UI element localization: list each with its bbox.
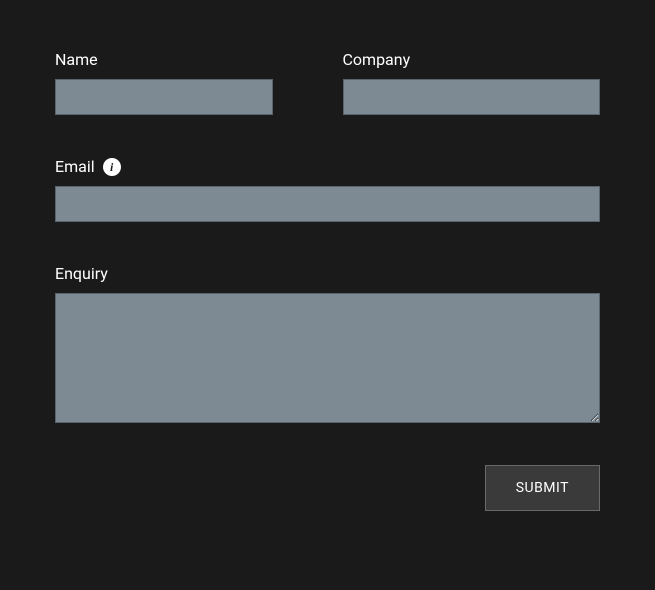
company-input[interactable] <box>343 79 601 115</box>
name-label: Name <box>55 50 313 69</box>
name-input[interactable] <box>55 79 273 115</box>
button-row: SUBMIT <box>55 465 600 511</box>
submit-button[interactable]: SUBMIT <box>485 465 600 511</box>
company-label: Company <box>343 50 601 69</box>
enquiry-label: Enquiry <box>55 264 600 283</box>
email-label: Email i <box>55 157 600 176</box>
company-field-group: Company <box>343 50 601 115</box>
email-field-group: Email i <box>55 157 600 222</box>
name-field-group: Name <box>55 50 313 115</box>
email-label-text: Email <box>55 157 95 176</box>
email-input[interactable] <box>55 186 600 222</box>
enquiry-textarea[interactable] <box>55 293 600 423</box>
info-icon[interactable]: i <box>103 158 121 176</box>
enquiry-field-group: Enquiry <box>55 264 600 423</box>
